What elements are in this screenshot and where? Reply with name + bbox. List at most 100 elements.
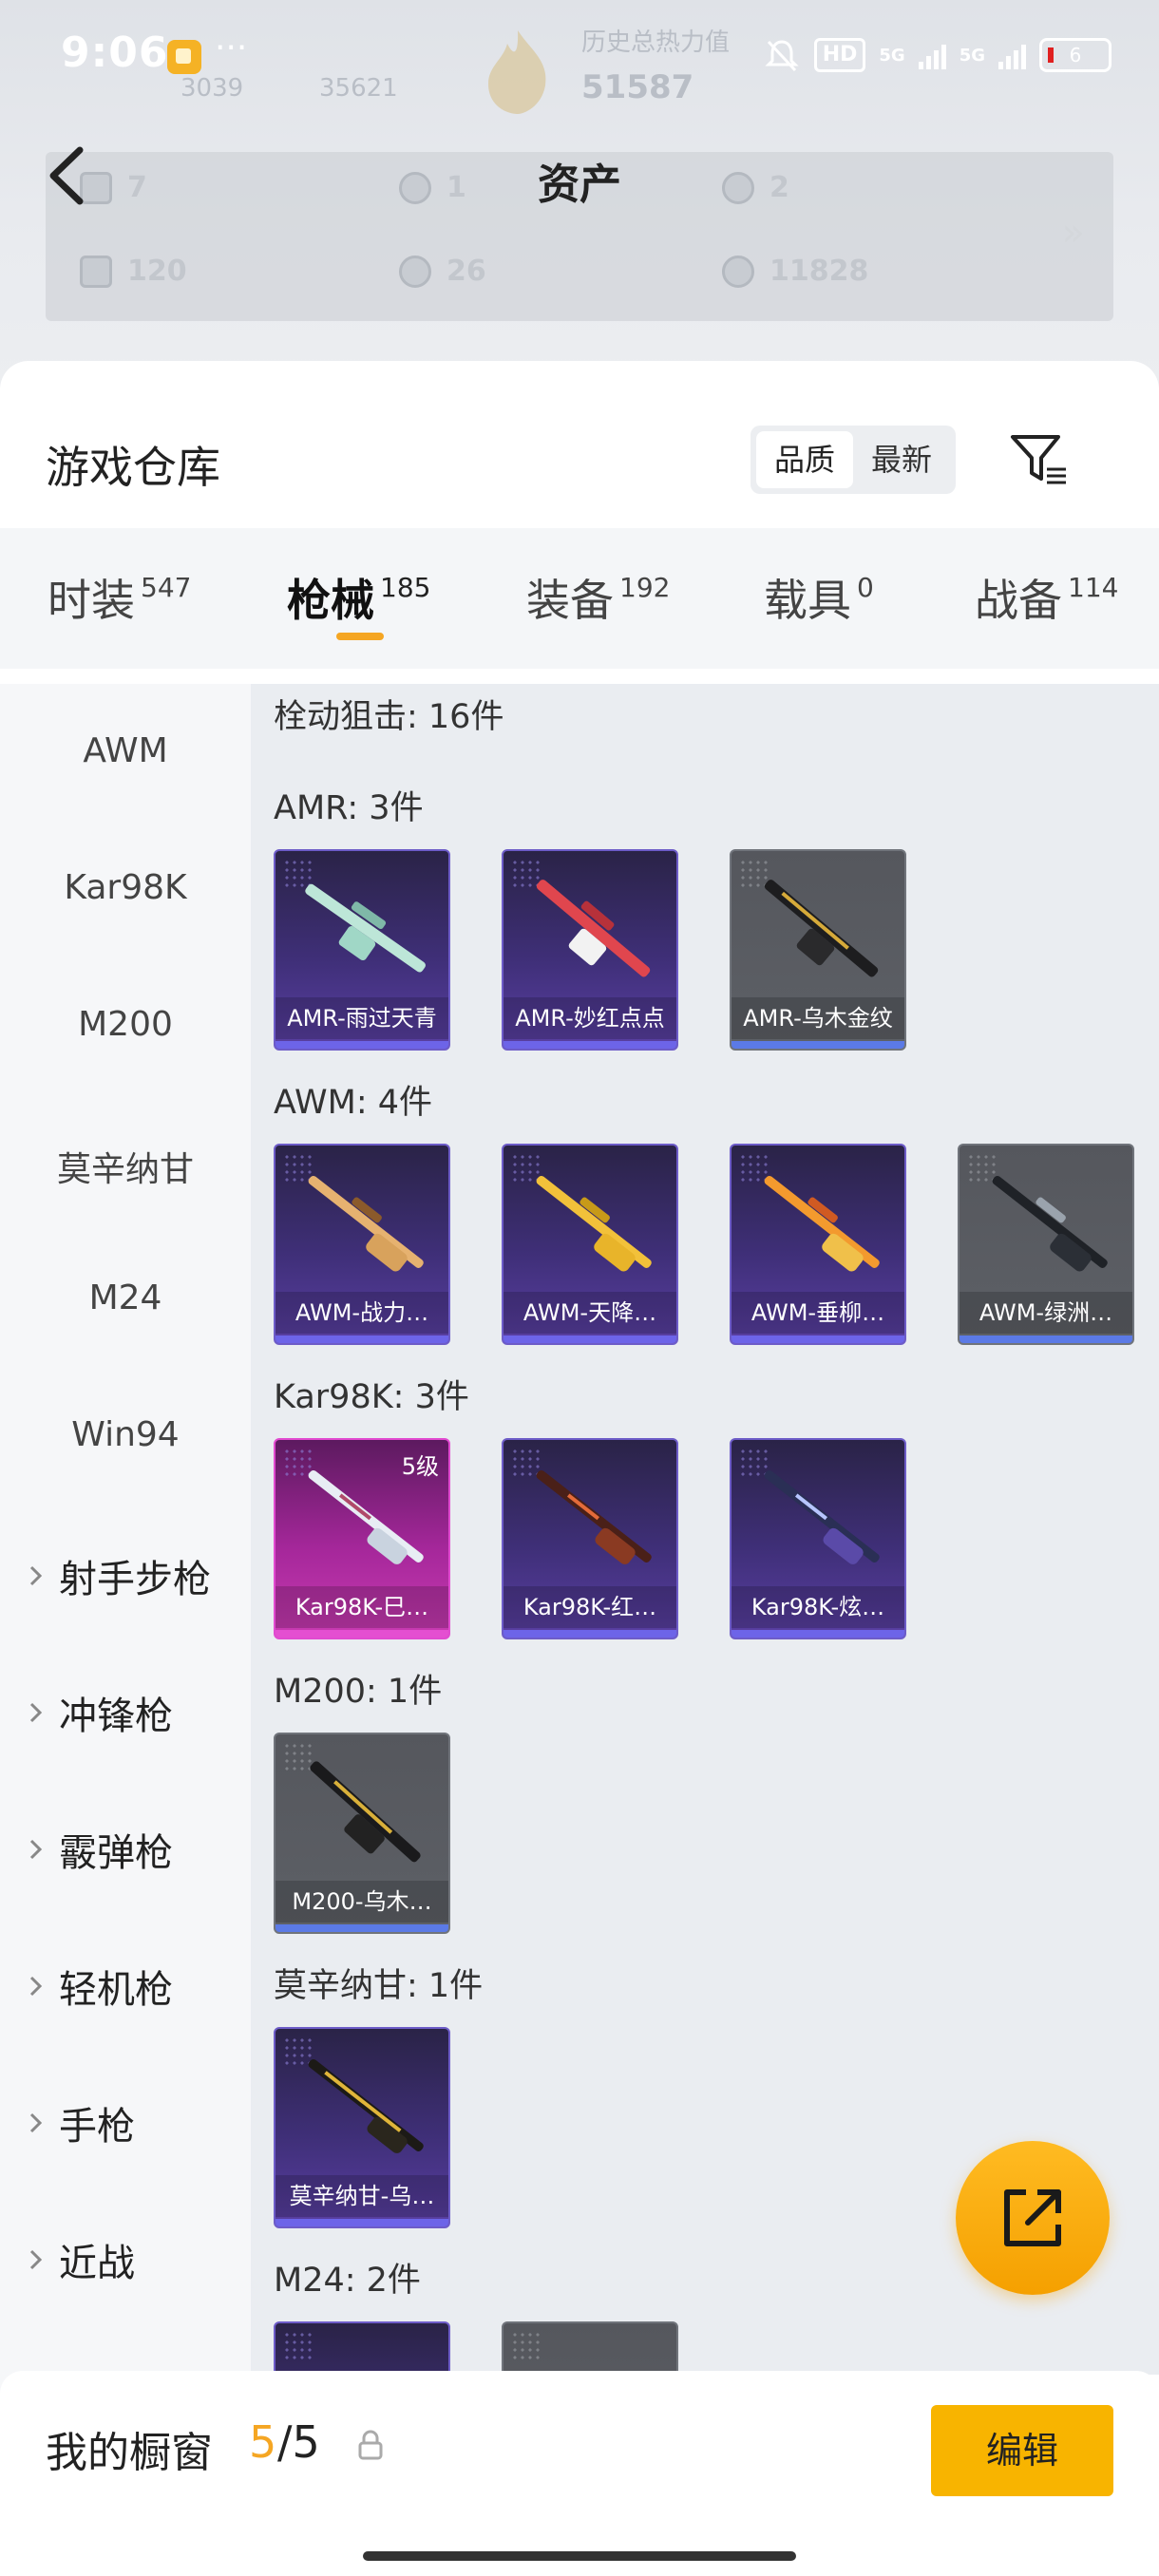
weapon-tile[interactable] [502, 2321, 678, 2375]
sort-newest-button[interactable]: 最新 [853, 431, 950, 488]
sidebar-item-win94[interactable]: Win94 [0, 1415, 251, 1454]
home-indicator[interactable] [363, 2551, 796, 2561]
rifle-icon [536, 1469, 652, 1564]
weapon-name: M200-乌木… [276, 1881, 448, 1923]
sidebar-item-m24[interactable]: M24 [0, 1279, 251, 1317]
sidebar-group-shotgun[interactable]: 霰弹枪 [27, 1822, 277, 1877]
rifle-icon [764, 1469, 880, 1564]
sidebar-group-smg[interactable]: 冲锋枪 [27, 1685, 277, 1740]
asset-orb-icon [399, 255, 431, 288]
edit-button[interactable]: 编辑 [931, 2405, 1113, 2496]
weapon-name: AMR-雨过天青 [276, 997, 448, 1039]
signal-1-label: 5G [879, 45, 905, 66]
hd-icon: HD [813, 38, 866, 72]
weapon-tile[interactable]: AWM-绿洲… [958, 1144, 1134, 1345]
asset-item: 11828 [722, 255, 868, 288]
tab-label: 枪械 [287, 575, 374, 626]
rifle-icon [310, 1761, 421, 1863]
rarity-bar [960, 1335, 1132, 1343]
sidebar-group-lmg[interactable]: 轻机枪 [27, 1959, 277, 2014]
sidebar-item-m200[interactable]: M200 [0, 1005, 251, 1044]
signal-1-icon [918, 41, 946, 69]
chevron-right-icon [29, 1976, 43, 1997]
weapon-tile[interactable]: Kar98K-炫… [730, 1438, 906, 1639]
weapon-content: 栓动狙击: 16件 AMR: 3件 AMR-雨过天青 AMR-妙红点点 AMR-… [251, 684, 1159, 2375]
weapon-tile[interactable]: M200-乌木… [274, 1733, 450, 1934]
weapon-sidebar: AWM Kar98K M200 莫辛纳甘 M24 Win94 射手步枪 冲锋枪 … [0, 684, 251, 2394]
tab-fashion[interactable]: 时装 547 [48, 566, 191, 629]
sidebar-group-dmr[interactable]: 射手步枪 [27, 1548, 277, 1603]
tab-firearms[interactable]: 枪械 185 [287, 566, 430, 629]
rarity-bar [732, 1041, 904, 1049]
sidebar-group-label: 近战 [59, 2242, 135, 2285]
rifle-icon [536, 880, 651, 977]
section-label-amr: AMR: 3件 [274, 789, 424, 827]
rifle-icon [764, 880, 879, 977]
section-label-mosin: 莫辛纳甘: 1件 [274, 1967, 484, 2005]
weapon-tile[interactable]: Kar98K-红… [502, 1438, 678, 1639]
asset-more-arrow-icon[interactable]: » [1062, 211, 1085, 255]
filter-icon[interactable] [1007, 427, 1070, 490]
weapon-tile[interactable]: AWM-战力… [274, 1144, 450, 1345]
weapon-tile[interactable] [274, 2321, 450, 2375]
rarity-bar [276, 1335, 448, 1343]
page-title: 资产 [538, 161, 621, 209]
asset-value: 11828 [770, 255, 869, 288]
tab-count: 0 [857, 572, 874, 603]
weapon-name: Kar98K-巳… [276, 1586, 448, 1628]
weapon-name: AWM-战力… [276, 1292, 448, 1334]
section-label-awm: AWM: 4件 [274, 1084, 433, 1122]
asset-value: 26 [446, 255, 486, 288]
weapon-name: AWM-垂柳… [732, 1292, 904, 1334]
sort-quality-button[interactable]: 品质 [756, 431, 853, 488]
tab-gear[interactable]: 战备 114 [975, 566, 1118, 629]
weapon-name: 莫辛纳甘-乌… [276, 2175, 448, 2217]
asset-card-icon [80, 255, 112, 288]
asset-item: 26 [399, 255, 486, 288]
weapon-tile[interactable]: AMR-乌木金纹 [730, 849, 906, 1051]
rarity-bar [732, 1335, 904, 1343]
sidebar-item-kar98k[interactable]: Kar98K [0, 868, 251, 907]
section-label-m200: M200: 1件 [274, 1673, 443, 1711]
sidebar-item-mosin[interactable]: 莫辛纳甘 [0, 1142, 251, 1191]
rarity-bar [276, 1041, 448, 1049]
rarity-bar [276, 2219, 448, 2226]
tab-count: 114 [1068, 572, 1119, 603]
active-tab-indicator [336, 633, 384, 640]
sidebar-group-label: 轻机枪 [59, 1968, 173, 2012]
weapon-tile[interactable]: 莫辛纳甘-乌… [274, 2027, 450, 2228]
lock-icon [358, 2430, 383, 2460]
mute-icon [765, 40, 799, 72]
tab-label: 时装 [48, 575, 135, 626]
sidebar-group-label: 霰弹枪 [59, 1831, 173, 1875]
status-bar: 9:06 ··· HD 5G 5G 6 [0, 19, 1159, 95]
tab-equipment[interactable]: 装备 192 [526, 566, 670, 629]
sidebar-item-awm[interactable]: AWM [0, 731, 251, 770]
weapon-name: Kar98K-红… [504, 1586, 676, 1628]
asset-gem-icon [722, 255, 754, 288]
status-icons: HD 5G 5G 6 [763, 36, 1112, 74]
sidebar-group-pistol[interactable]: 手枪 [27, 2095, 277, 2150]
weapon-tile[interactable]: AWM-天降… [502, 1144, 678, 1345]
chevron-right-icon [29, 2112, 43, 2133]
sidebar-group-label: 射手步枪 [59, 1558, 211, 1601]
sidebar-group-label: 冲锋枪 [59, 1695, 173, 1738]
sort-toggle: 品质 最新 [750, 426, 956, 494]
showcase-count-current: 5 [249, 2416, 277, 2468]
weapon-tile[interactable]: AMR-妙红点点 [502, 849, 678, 1051]
chevron-right-icon [29, 1565, 43, 1586]
weapon-tile[interactable]: 5级 Kar98K-巳… [274, 1438, 450, 1639]
sidebar-group-melee[interactable]: 近战 [27, 2232, 277, 2287]
share-icon [1004, 2189, 1061, 2246]
share-fab[interactable] [956, 2141, 1110, 2295]
tab-label: 载具 [764, 575, 851, 626]
tab-count: 547 [141, 572, 192, 603]
weapon-name: AMR-妙红点点 [504, 997, 676, 1039]
warehouse-title: 游戏仓库 [46, 442, 220, 493]
weapon-tile[interactable]: AMR-雨过天青 [274, 849, 450, 1051]
weapon-name: AWM-天降… [504, 1292, 676, 1334]
tab-count: 185 [380, 572, 431, 603]
tab-vehicles[interactable]: 载具 0 [764, 566, 874, 629]
showcase-bar: 我的橱窗 5 /5 编辑 [0, 2371, 1159, 2576]
weapon-tile[interactable]: AWM-垂柳… [730, 1144, 906, 1345]
